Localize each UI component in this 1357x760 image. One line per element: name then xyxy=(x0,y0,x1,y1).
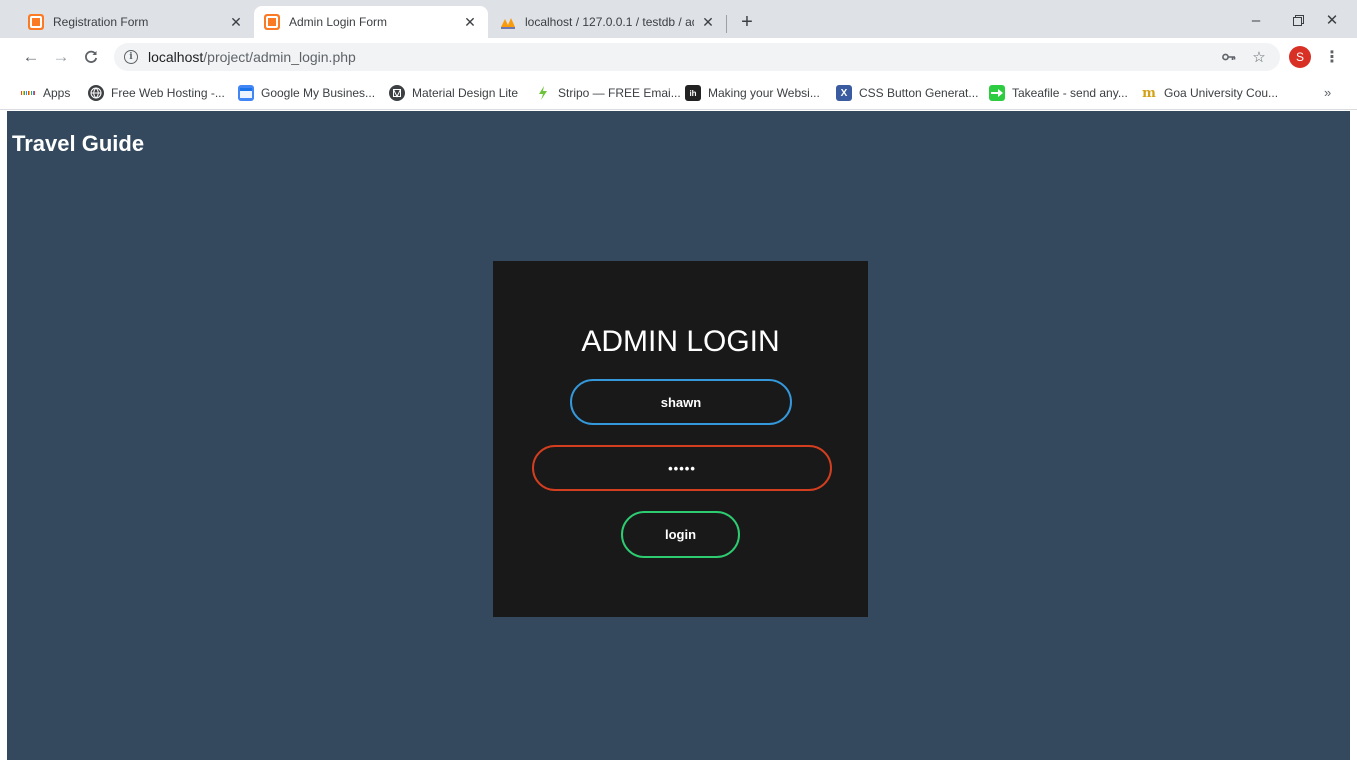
close-window-icon[interactable]: ✕ xyxy=(1317,8,1347,32)
tab-title: Registration Form xyxy=(53,15,149,29)
info-icon[interactable]: i xyxy=(124,50,138,64)
key-icon[interactable] xyxy=(1218,43,1240,71)
bookmark-free-web-hosting[interactable]: Free Web Hosting -... xyxy=(88,84,225,102)
bookmarks-bar: Apps Free Web Hosting -... Google My Bus… xyxy=(0,74,1357,110)
xampp-icon xyxy=(28,14,44,30)
bookmark-label: Free Web Hosting -... xyxy=(111,86,225,100)
close-icon[interactable]: ✕ xyxy=(462,14,478,30)
bookmark-label: Takeafile - send any... xyxy=(1012,86,1128,100)
bookmark-goa-university[interactable]: m Goa University Cou... xyxy=(1141,84,1278,102)
bookmark-label: Google My Busines... xyxy=(261,86,376,100)
material-design-icon xyxy=(389,85,405,101)
bookmark-label: Goa University Cou... xyxy=(1164,86,1279,100)
login-heading: ADMIN LOGIN xyxy=(581,325,780,358)
password-input[interactable]: ••••• xyxy=(532,445,832,491)
phpmyadmin-icon xyxy=(500,14,516,30)
bookmark-label: Material Design Lite xyxy=(412,86,519,100)
stripo-icon xyxy=(535,85,551,101)
site-title: Travel Guide xyxy=(12,131,145,156)
url-host: localhost xyxy=(148,49,204,65)
admin-login-box: ADMIN LOGIN shawn ••••• login xyxy=(493,261,868,617)
bookmark-takeafile[interactable]: Takeafile - send any... xyxy=(989,84,1128,102)
tab-separator xyxy=(726,15,727,33)
login-button[interactable]: login xyxy=(621,511,740,558)
browser-toolbar: ← → i localhost/project/admin_login.php … xyxy=(0,38,1357,74)
avatar[interactable]: S xyxy=(1289,46,1311,68)
bookmark-stripo[interactable]: Stripo — FREE Emai... xyxy=(535,84,681,102)
ih-icon: ih xyxy=(685,85,701,101)
bookmark-material-design-lite[interactable]: Material Design Lite xyxy=(389,84,518,102)
address-bar[interactable]: i localhost/project/admin_login.php ☆ xyxy=(114,43,1280,71)
username-input[interactable]: shawn xyxy=(570,379,792,425)
css-x-icon: X xyxy=(836,85,852,101)
forward-icon[interactable]: → xyxy=(50,46,72,68)
xampp-icon xyxy=(264,14,280,30)
bookmark-making-your-website[interactable]: ih Making your Websi... xyxy=(685,84,820,102)
bookmark-label: Apps xyxy=(43,86,71,100)
more-bookmarks-icon[interactable]: » xyxy=(1324,85,1331,100)
tab-title: Admin Login Form xyxy=(289,15,388,29)
back-icon[interactable]: ← xyxy=(20,46,42,68)
close-icon[interactable]: ✕ xyxy=(228,14,244,30)
reload-icon[interactable] xyxy=(80,46,102,68)
bookmark-label: Stripo — FREE Emai... xyxy=(558,86,681,100)
bookmark-apps[interactable]: Apps xyxy=(20,84,70,102)
bookmark-label: Making your Websi... xyxy=(708,86,820,100)
close-icon[interactable]: ✕ xyxy=(700,14,716,30)
tab-admin-login-form[interactable]: Admin Login Form ✕ xyxy=(254,6,488,38)
google-my-business-icon xyxy=(238,85,254,101)
url-path: /project/admin_login.php xyxy=(203,49,356,65)
globe-icon xyxy=(88,85,104,101)
url-text: localhost/project/admin_login.php xyxy=(148,49,356,65)
restore-icon[interactable] xyxy=(1283,8,1313,32)
browser-tabstrip: Registration Form ✕ Admin Login Form ✕ l… xyxy=(0,0,1357,38)
new-tab-icon[interactable]: + xyxy=(736,11,758,33)
tab-title: localhost / 127.0.0.1 / testdb / ad xyxy=(525,15,694,29)
goa-university-icon: m xyxy=(1142,85,1156,101)
bookmark-label: CSS Button Generat... xyxy=(859,86,979,100)
menu-icon[interactable]: ⋮ xyxy=(1322,46,1342,68)
takeafile-icon xyxy=(989,85,1005,101)
minimize-icon[interactable]: – xyxy=(1241,8,1271,32)
bookmark-css-button-generator[interactable]: X CSS Button Generat... xyxy=(836,84,978,102)
tab-phpmyadmin[interactable]: localhost / 127.0.0.1 / testdb / ad ✕ xyxy=(490,6,726,38)
tab-registration-form[interactable]: Registration Form ✕ xyxy=(18,6,254,38)
bookmark-star-icon[interactable]: ☆ xyxy=(1248,43,1270,71)
bookmark-google-my-business[interactable]: Google My Busines... xyxy=(238,84,375,102)
page-content: Travel Guide ADMIN LOGIN shawn ••••• log… xyxy=(7,111,1350,760)
apps-grid-icon xyxy=(20,85,36,101)
